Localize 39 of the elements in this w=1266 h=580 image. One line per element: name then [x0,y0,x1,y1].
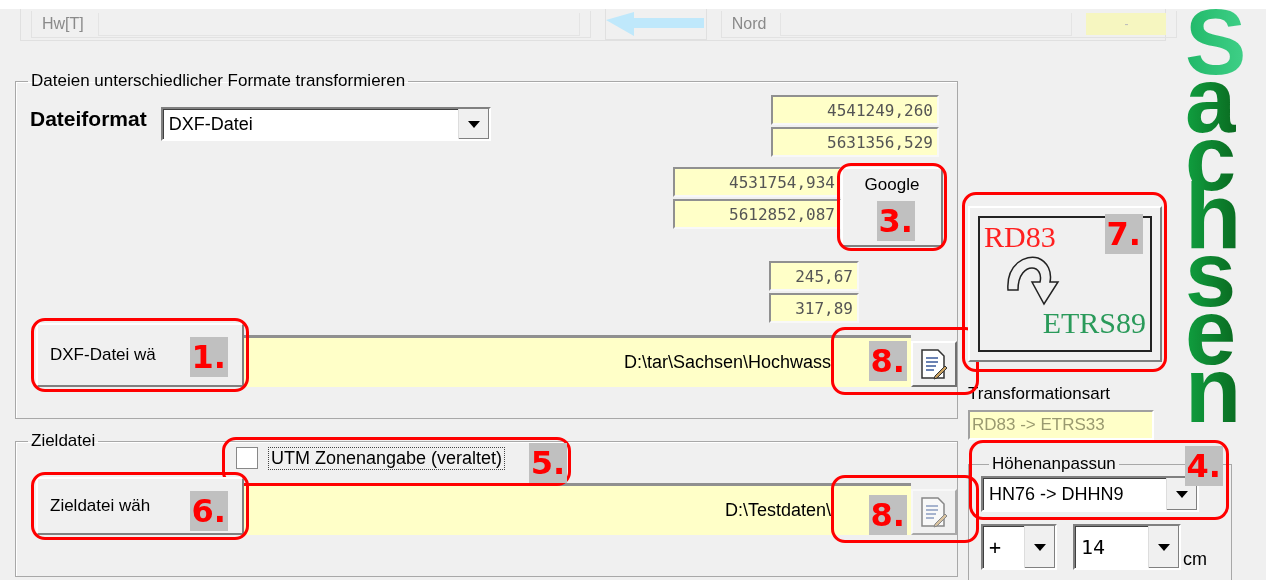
transformation-type-label: Transformationsart [968,384,1112,404]
target-system: ETRS89 [1042,306,1146,340]
checkbox-label: UTM Zonenangabe (veraltet) [268,446,506,470]
callout-number: 8. [868,341,907,381]
callout-number: 3. [876,201,915,241]
document-edit-icon [919,348,949,380]
height-value-dropdown[interactable]: 14 [1073,524,1181,570]
callout-number: 1. [189,337,228,377]
field-label: Hw[T] [42,15,84,33]
field-label: Nord [731,15,767,33]
coordinate-field[interactable]: 317,89 [769,293,859,323]
coordinate-field[interactable]: 5631356,529 [771,127,939,157]
group-title: Dateien unterschiedlicher Formate transformieren [30,71,407,91]
left-arrow-icon [605,12,706,36]
coordinate-field[interactable]: 245,67 [769,261,859,291]
coordinate-field[interactable]: 4541249,260 [771,95,939,125]
caret-icon [1176,490,1188,498]
callout-number: 7. [1104,214,1143,254]
callout-number: 6. [189,491,228,531]
value-field: - [1086,13,1167,35]
utm-checkbox[interactable] [236,447,258,469]
unit-label: cm [1183,549,1207,570]
group-title: Zieldatei [30,431,97,451]
callout-number: 5. [528,442,568,483]
group-title: Höhenanpassun [991,454,1117,474]
height-mode-dropdown[interactable]: HN76 -> DHHN9 [981,476,1199,512]
caret-icon [467,120,480,128]
format-dropdown[interactable]: DXF-Datei [160,107,491,141]
source-system: RD83 [984,220,1056,254]
document-edit-icon [919,496,949,528]
callout-number: 4. [1184,446,1223,486]
caret-icon [1034,543,1046,551]
coordinate-field[interactable]: 5612852,087 [673,199,841,229]
edit-file-button[interactable] [911,341,957,387]
coordinate-field[interactable]: 4531754,934 [673,167,841,197]
sign-dropdown[interactable]: + [981,524,1057,570]
caret-icon [1158,543,1170,551]
format-label: Dateiformat [30,107,147,131]
callout-number: 8. [868,495,907,535]
